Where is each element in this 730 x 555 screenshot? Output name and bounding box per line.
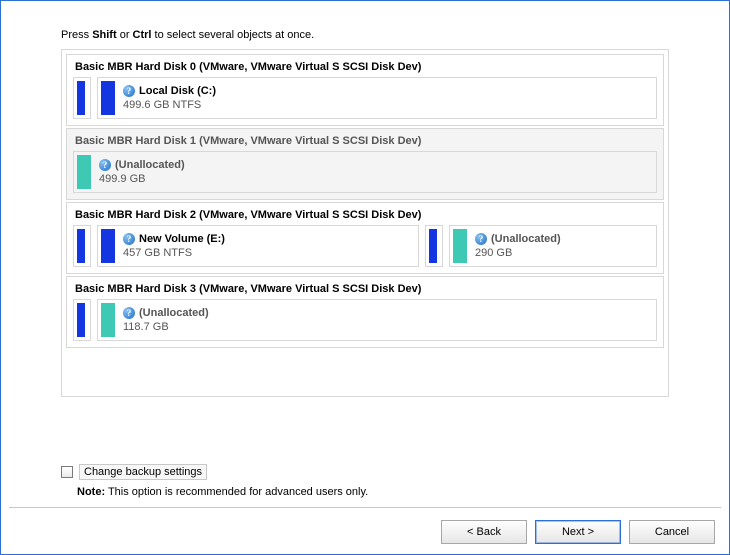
disk-0-title: Basic MBR Hard Disk 0 (VMware, VMware Vi… xyxy=(75,61,657,73)
vol-name-row: ? (Unallocated) xyxy=(123,306,209,320)
vol-sub: 290 GB xyxy=(475,246,561,260)
change-settings-checkbox[interactable] xyxy=(61,466,73,478)
change-settings-row: Change backup settings xyxy=(61,464,691,480)
vol-name-row: ? (Unallocated) xyxy=(475,232,561,246)
wizard-window: Press Shift or Ctrl to select several ob… xyxy=(0,0,730,555)
note: Note: This option is recommended for adv… xyxy=(77,486,691,498)
slice-icon xyxy=(77,155,91,189)
disk-3-volumes: ? (Unallocated) 118.7 GB xyxy=(73,299,657,341)
hint-pre: Press xyxy=(61,29,92,41)
note-label: Note: xyxy=(77,486,105,498)
vol-sub: 499.6 GB NTFS xyxy=(123,98,216,112)
options-area: Change backup settings Note: This option… xyxy=(39,464,691,498)
help-icon: ? xyxy=(123,233,135,245)
disk-2-vol-e[interactable]: ? New Volume (E:) 457 GB NTFS xyxy=(97,225,419,267)
slice-icon xyxy=(101,81,115,115)
disk-3[interactable]: Basic MBR Hard Disk 3 (VMware, VMware Vi… xyxy=(66,276,664,348)
vol-sub: 499.9 GB xyxy=(99,172,185,186)
main-content: Press Shift or Ctrl to select several ob… xyxy=(1,1,729,397)
disk-2-vol-sys[interactable] xyxy=(73,225,91,267)
disk-1-title: Basic MBR Hard Disk 1 (VMware, VMware Vi… xyxy=(75,135,657,147)
selection-hint: Press Shift or Ctrl to select several ob… xyxy=(61,29,669,41)
slice-icon xyxy=(429,229,437,263)
disk-1-volumes: ? (Unallocated) 499.9 GB xyxy=(73,151,657,193)
disk-3-vol-sys[interactable] xyxy=(73,299,91,341)
slice-icon xyxy=(77,303,85,337)
hint-post: to select several objects at once. xyxy=(152,29,315,41)
disk-3-vol-unalloc[interactable]: ? (Unallocated) 118.7 GB xyxy=(97,299,657,341)
help-icon: ? xyxy=(475,233,487,245)
disk-0-vol-c[interactable]: ? Local Disk (C:) 499.6 GB NTFS xyxy=(97,77,657,119)
cancel-button[interactable]: Cancel xyxy=(629,520,715,544)
disk-2-title: Basic MBR Hard Disk 2 (VMware, VMware Vi… xyxy=(75,209,657,221)
vol-name-row: ? Local Disk (C:) xyxy=(123,84,216,98)
disk-1[interactable]: Basic MBR Hard Disk 1 (VMware, VMware Vi… xyxy=(66,128,664,200)
vol-name: New Volume (E:) xyxy=(139,232,225,246)
slice-icon xyxy=(101,303,115,337)
vol-name: (Unallocated) xyxy=(491,232,561,246)
vol-name: (Unallocated) xyxy=(115,158,185,172)
disk-2-vol-unalloc[interactable]: ? (Unallocated) 290 GB xyxy=(449,225,657,267)
slice-icon xyxy=(77,81,85,115)
disk-0-vol-sys[interactable] xyxy=(73,77,91,119)
help-icon: ? xyxy=(123,307,135,319)
vol-sub: 118.7 GB xyxy=(123,320,209,334)
disk-2-vol-sep[interactable] xyxy=(425,225,443,267)
disk-1-vol-unalloc[interactable]: ? (Unallocated) 499.9 GB xyxy=(73,151,657,193)
vol-name-row: ? (Unallocated) xyxy=(99,158,185,172)
help-icon: ? xyxy=(123,85,135,97)
vol-name: (Unallocated) xyxy=(139,306,209,320)
disk-0[interactable]: Basic MBR Hard Disk 0 (VMware, VMware Vi… xyxy=(66,54,664,126)
back-button[interactable]: < Back xyxy=(441,520,527,544)
slice-icon xyxy=(453,229,467,263)
disk-2-volumes: ? New Volume (E:) 457 GB NTFS xyxy=(73,225,657,267)
hint-key-ctrl: Ctrl xyxy=(133,29,152,41)
disk-0-volumes: ? Local Disk (C:) 499.6 GB NTFS xyxy=(73,77,657,119)
change-settings-label[interactable]: Change backup settings xyxy=(79,464,207,480)
hint-mid: or xyxy=(117,29,133,41)
slice-icon xyxy=(77,229,85,263)
note-text: This option is recommended for advanced … xyxy=(105,486,368,498)
help-icon: ? xyxy=(99,159,111,171)
disk-2[interactable]: Basic MBR Hard Disk 2 (VMware, VMware Vi… xyxy=(66,202,664,274)
slice-icon xyxy=(101,229,115,263)
vol-name: Local Disk (C:) xyxy=(139,84,216,98)
hint-key-shift: Shift xyxy=(92,29,116,41)
disk-3-title: Basic MBR Hard Disk 3 (VMware, VMware Vi… xyxy=(75,283,657,295)
vol-sub: 457 GB NTFS xyxy=(123,246,225,260)
wizard-buttons: < Back Next > Cancel xyxy=(441,520,715,544)
disk-list[interactable]: Basic MBR Hard Disk 0 (VMware, VMware Vi… xyxy=(61,49,669,397)
vol-name-row: ? New Volume (E:) xyxy=(123,232,225,246)
button-divider xyxy=(9,507,721,508)
next-button[interactable]: Next > xyxy=(535,520,621,544)
